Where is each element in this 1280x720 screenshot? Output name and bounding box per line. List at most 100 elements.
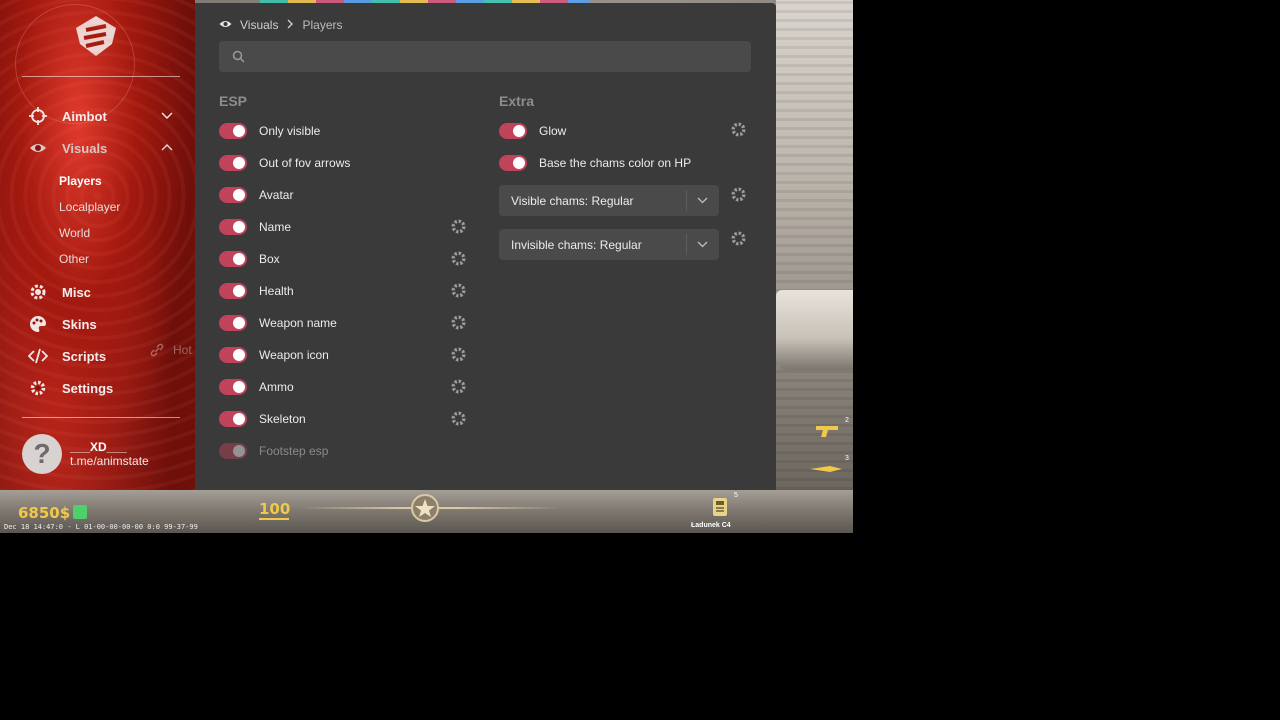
sidebar-subitem-other[interactable]: Other [59, 252, 89, 266]
pistol-icon [816, 426, 838, 437]
background-car [776, 290, 853, 370]
esp-section-title: ESP [219, 93, 248, 109]
toggle-switch[interactable] [499, 155, 527, 171]
knife-icon [810, 466, 842, 472]
eye-icon [219, 18, 232, 32]
gear-icon[interactable] [730, 121, 747, 138]
breadcrumb-page: Players [302, 18, 343, 32]
gear-icon[interactable] [450, 282, 467, 299]
row-label: Footstep esp [259, 444, 329, 458]
sidebar-subitem-world[interactable]: World [59, 226, 90, 240]
sidebar-item-visuals[interactable]: Visuals [28, 136, 107, 160]
esp-row-ammo: Ammo [219, 378, 294, 396]
select-divider [686, 190, 687, 211]
visible-chams-select[interactable]: Visible chams: Regular [499, 185, 719, 216]
rank-badge-icon [411, 494, 439, 522]
row-label: Glow [539, 124, 567, 138]
esp-row-name: Name [219, 218, 291, 236]
sidebar-divider-top [22, 76, 180, 77]
select-divider [686, 234, 687, 255]
user-profile[interactable]: ? ___XD___ t.me/animstate [22, 434, 149, 474]
gear-icon[interactable] [450, 314, 467, 331]
search-icon [232, 50, 245, 63]
esp-row-avatar: Avatar [219, 186, 293, 204]
gear-icon [28, 282, 48, 302]
toggle-switch[interactable] [219, 123, 247, 139]
row-label: Box [259, 252, 280, 266]
toggle-switch[interactable] [219, 155, 247, 171]
health-value: 100 [259, 500, 291, 518]
esp-row-only-visible: Only visible [219, 122, 320, 140]
chevron-down-icon[interactable] [160, 109, 174, 123]
toggle-switch[interactable] [219, 347, 247, 363]
user-name: ___XD___ [70, 440, 127, 454]
sidebar: Aimbot Visuals Players Localplayer World… [0, 0, 195, 490]
toggle-switch[interactable] [219, 187, 247, 203]
row-label: Health [259, 284, 294, 298]
gear-icon[interactable] [450, 250, 467, 267]
esp-row-skeleton: Skeleton [219, 410, 306, 428]
toggle-switch[interactable] [219, 443, 247, 459]
sidebar-item-settings[interactable]: Settings [28, 376, 113, 400]
user-link: t.me/animstate [70, 454, 149, 468]
toggle-switch[interactable] [499, 123, 527, 139]
sidebar-item-skins[interactable]: Skins [28, 312, 97, 336]
sidebar-divider-bottom [22, 417, 180, 418]
sidebar-item-scripts[interactable]: Scripts [28, 344, 106, 368]
settings-gear-icon [28, 378, 48, 398]
sidebar-item-label: Misc [62, 284, 91, 300]
slot-number: 3 [845, 455, 849, 462]
timestamp-text: Dec 18 14:47:0 - L 01-00-00-00-00 0:0 99… [4, 523, 198, 531]
sidebar-subitem-players[interactable]: Players [59, 174, 102, 188]
health-bar [259, 518, 289, 520]
bomb-label: Ładunek C4 [691, 522, 731, 529]
code-icon [28, 346, 48, 366]
gear-icon[interactable] [450, 378, 467, 395]
extra-row-chams-hp: Base the chams color on HP [499, 154, 691, 172]
chevron-up-icon[interactable] [160, 140, 174, 154]
esp-row-health: Health [219, 282, 294, 300]
esp-row-box: Box [219, 250, 280, 268]
gear-icon[interactable] [730, 186, 747, 203]
toggle-switch[interactable] [219, 379, 247, 395]
toggle-switch[interactable] [219, 411, 247, 427]
sidebar-item-misc[interactable]: Misc [28, 280, 91, 304]
crosshair-icon [28, 106, 48, 126]
buy-zone-icon [73, 505, 87, 519]
sidebar-item-label: Aimbot [62, 108, 107, 124]
toggle-switch[interactable] [219, 315, 247, 331]
sidebar-item-label: Scripts [62, 348, 107, 364]
link-icon [150, 343, 164, 360]
slot-number: 2 [845, 417, 849, 424]
brand-logo-icon [76, 16, 116, 56]
eye-icon [28, 138, 48, 158]
sidebar-subitem-localplayer[interactable]: Localplayer [59, 200, 120, 214]
search-input[interactable] [219, 41, 751, 72]
sidebar-item-label: Skins [62, 316, 97, 332]
row-label: Skeleton [259, 412, 306, 426]
breadcrumb-section[interactable]: Visuals [240, 18, 278, 32]
background-wall [776, 0, 853, 490]
invisible-chams-select[interactable]: Invisible chams: Regular [499, 229, 719, 260]
gear-icon[interactable] [730, 230, 747, 247]
extra-section-title: Extra [499, 93, 535, 109]
money-counter: 6850$ [18, 504, 71, 522]
esp-row-weapon-name: Weapon name [219, 314, 337, 332]
esp-row-footstep-esp: Footstep esp [219, 442, 328, 460]
toggle-switch[interactable] [219, 219, 247, 235]
sidebar-item-label: Settings [62, 380, 114, 396]
esp-row-weapon-icon: Weapon icon [219, 346, 329, 364]
sidebar-item-aimbot[interactable]: Aimbot [28, 104, 107, 128]
palette-icon [28, 314, 48, 334]
row-label: Weapon icon [259, 348, 329, 362]
bomb-count: 5 [734, 492, 738, 499]
select-value: Invisible chams: Regular [511, 237, 642, 252]
ghost-hotkey-label: Hot [173, 343, 192, 357]
toggle-switch[interactable] [219, 251, 247, 267]
gear-icon[interactable] [450, 410, 467, 427]
toggle-switch[interactable] [219, 283, 247, 299]
chevron-down-icon [697, 241, 708, 248]
gear-icon[interactable] [450, 346, 467, 363]
gear-icon[interactable] [450, 218, 467, 235]
chevron-down-icon [697, 197, 708, 204]
